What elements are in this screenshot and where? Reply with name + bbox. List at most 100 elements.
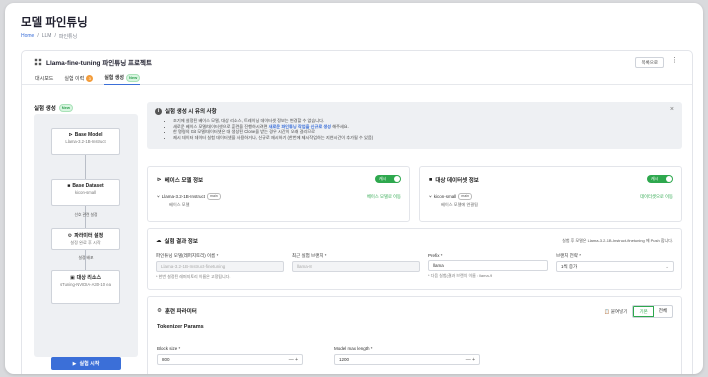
dataset-icon: ■ — [67, 183, 71, 189]
cloud-icon: ☁ — [156, 238, 162, 244]
base-model-item: ⑂ Llama-3.2-1B-Instruct main 베이스 모델로 이동 — [157, 193, 401, 200]
page-header: 모델 파인튜닝 Home / LLM / 파인튜닝 — [5, 3, 703, 40]
back-to-list-button[interactable]: 목록으로 — [635, 57, 664, 68]
branch-icon: ⑂ — [157, 194, 160, 199]
dataset-sub: 베이스 모델에 연결됨 — [441, 202, 479, 207]
branch-chip: main — [206, 193, 221, 200]
sidebar-title: 실험 생성 New — [34, 104, 138, 112]
pipeline-connector — [85, 155, 86, 179]
block-size-stepper[interactable]: 800 — + — [157, 354, 303, 365]
close-icon[interactable]: × — [670, 106, 674, 113]
repo-name-input: Llama-3.2-1B-Instruct-finetuning — [156, 261, 284, 272]
node-base-model[interactable]: ⊳ Base Model Llama-3.2-1B-Instruct — [51, 128, 120, 155]
dataset-item: ⑂ kicon-small main 데이터셋으로 이동 — [429, 193, 673, 200]
node-subtitle: kicon-small — [75, 190, 96, 195]
go-to-dataset-link[interactable]: 데이터셋으로 이동 — [640, 194, 673, 200]
panel-title: 실험 결과 정보 — [164, 239, 198, 245]
field-label: 최근 실험 브랜치 * — [292, 253, 327, 258]
max-length-stepper[interactable]: 1200 — + — [334, 354, 480, 365]
model-sub: 베이스 모델 — [169, 202, 190, 207]
dataset-panel: ■ 대상 데이터셋 정보 캐시 ⑂ kicon-small main 데이터셋으로… — [419, 166, 682, 222]
notice-text: 해주세요. — [331, 123, 349, 129]
new-badge: New — [126, 73, 141, 82]
play-icon: ▶ — [72, 360, 77, 367]
edge-label: 설정 배포 — [78, 256, 94, 260]
mode-all[interactable]: 전체 — [654, 306, 672, 317]
tab-label: 실험 이력 — [64, 75, 85, 82]
pipeline-sidebar: 실험 생성 New ⊳ Base Model Llama-3.2-1B-Instr… — [34, 104, 138, 370]
dataset-name: kicon-small — [433, 194, 457, 199]
tab-dashboard[interactable]: 대시보드 — [35, 72, 53, 85]
breadcrumb: Home / LLM / 파인튜닝 — [21, 33, 689, 40]
more-menu-icon[interactable]: ⋮ — [671, 56, 678, 64]
sidebar-title-text: 실험 생성 — [34, 106, 56, 112]
node-title: 파라미터 설정 — [74, 233, 104, 239]
model-max-length-field: Model max length * 1200 — + — [334, 346, 480, 365]
go-to-model-link[interactable]: 베이스 모델로 이동 — [367, 194, 401, 200]
recent-branch-input: llama-8 — [292, 261, 420, 272]
branch-strategy-field: 브랜치 전략 * 1씩 증가 ⌄ — [556, 253, 674, 272]
notice-item: 제시 데이터 데이터 실험 데이터셋을 사용하거나, 신규로 재시하기 (한번에… — [173, 135, 674, 141]
training-panel: ⚙ 훈련 파라미터 📋 붙여넣기 기본 전체 Tokenizer Params B… — [147, 296, 682, 374]
cache-toggle[interactable]: 캐시 — [375, 175, 401, 183]
node-subtitle: Llama-3.2-1B-Instruct — [65, 139, 106, 144]
gear-icon: ⚙ — [67, 232, 73, 239]
notice-box: i실험 생성 시 유의 사항 조기에 설정된 베이스 모델, 대상 리소스, 트… — [147, 102, 682, 149]
edge-label: 선호 관련 설정 — [74, 213, 98, 217]
tab-label: 대시보드 — [35, 75, 54, 82]
tab-label: 실험 생성 — [104, 75, 124, 81]
chevron-down-icon: ⌄ — [665, 263, 669, 269]
panel-title: 대상 데이터셋 정보 — [435, 178, 479, 184]
breadcrumb-current: 파인튜닝 — [58, 34, 78, 40]
field-label: Model max length * — [334, 346, 373, 351]
run-experiment-button[interactable]: ▶ 실험 시작 — [51, 357, 121, 370]
node-target-resource[interactable]: ▣ 대상 리소스 sTuning-NVIDIA-A30-10 ea — [51, 270, 120, 304]
pipeline-canvas: ⊳ Base Model Llama-3.2-1B-Instruct ■ Base … — [34, 114, 138, 357]
breadcrumb-home[interactable]: Home — [21, 33, 34, 40]
section-title: Tokenizer Params — [157, 324, 204, 330]
app-window: 모델 파인튜닝 Home / LLM / 파인튜닝 Llama-fine-tun… — [5, 3, 703, 374]
paste-button[interactable]: 📋 붙여넣기 — [604, 309, 627, 315]
paste-label: 붙여넣기 — [610, 308, 628, 314]
notice-text: 새로운 베이스 모델/데이터셋으로 훈련을 진행하시려면 — [173, 123, 269, 129]
node-subtitle: 설정 완료 후 시작 — [70, 240, 101, 245]
project-header: Llama-fine-tuning 파인튜닝 프로젝트 목록으로 ⋮ — [22, 51, 692, 72]
tab-history[interactable]: 실험 이력 3 — [64, 72, 94, 85]
node-title: Base Model — [74, 132, 103, 138]
clipboard-icon: 📋 — [604, 308, 610, 314]
project-card: Llama-fine-tuning 파인튜닝 프로젝트 목록으로 ⋮ 대시보드 … — [21, 50, 693, 374]
branch-strategy-select[interactable]: 1씩 증가 ⌄ — [556, 261, 674, 272]
mode-basic[interactable]: 기본 — [633, 306, 654, 317]
notice-highlight: 새로운 파인튜닝 작업을 신규로 생성 — [268, 123, 332, 129]
block-size-field: Block size * 800 — + — [157, 346, 303, 365]
new-badge: New — [58, 104, 74, 112]
breadcrumb-llm[interactable]: LLM — [42, 33, 52, 40]
model-icon: ⊳ — [157, 177, 162, 183]
stepper-buttons-icon[interactable]: — + — [466, 357, 475, 363]
push-notice: 실험 후 모델은 Llama-3.2-1B-Instruct-finetunin… — [562, 238, 673, 243]
count-badge: 3 — [86, 74, 94, 82]
branch-chip: main — [458, 193, 473, 200]
stepper-value: 800 — [162, 357, 170, 362]
notice-title: 실험 생성 시 유의 사항 — [165, 109, 217, 115]
field-label: 브랜치 전략 * — [556, 253, 581, 258]
tab-create-experiment[interactable]: 실험 생성 New — [104, 72, 141, 85]
branch-icon: ⑂ — [429, 194, 432, 199]
stepper-value: 1200 — [339, 357, 350, 362]
panel-title: 훈련 파라미터 — [164, 309, 197, 315]
node-parameters[interactable]: ⚙ 파라미터 설정 설정 완료 후 시작 — [51, 228, 120, 250]
node-base-dataset[interactable]: ■ Base Dataset kicon-small — [51, 179, 120, 206]
field-label: 파인튜닝 모델(레퍼지토리) 이름 * — [156, 253, 219, 258]
notice-list: 조기에 설정된 베이스 모델, 대상 리소스, 트레이닝 데이터셋 정보는 변경… — [173, 118, 674, 140]
stepper-buttons-icon[interactable]: — + — [289, 357, 298, 363]
cache-toggle[interactable]: 캐시 — [647, 175, 673, 183]
repo-name-field: 파인튜닝 모델(레퍼지토리) 이름 * Llama-3.2-1B-Instruc… — [156, 253, 284, 280]
field-hint: * 한번 설정된 레퍼지토리 이름은 고정됩니다. — [156, 274, 231, 279]
panel-title: 베이스 모델 정보 — [164, 178, 204, 184]
training-actions: 📋 붙여넣기 기본 전체 — [604, 305, 673, 318]
prefix-input[interactable]: llama — [428, 260, 548, 271]
model-icon: ⊳ — [68, 132, 73, 138]
project-title: Llama-fine-tuning 파인튜닝 프로젝트 — [46, 59, 152, 67]
dataset-icon: ■ — [429, 177, 433, 183]
field-label: Prefix * — [428, 253, 443, 258]
